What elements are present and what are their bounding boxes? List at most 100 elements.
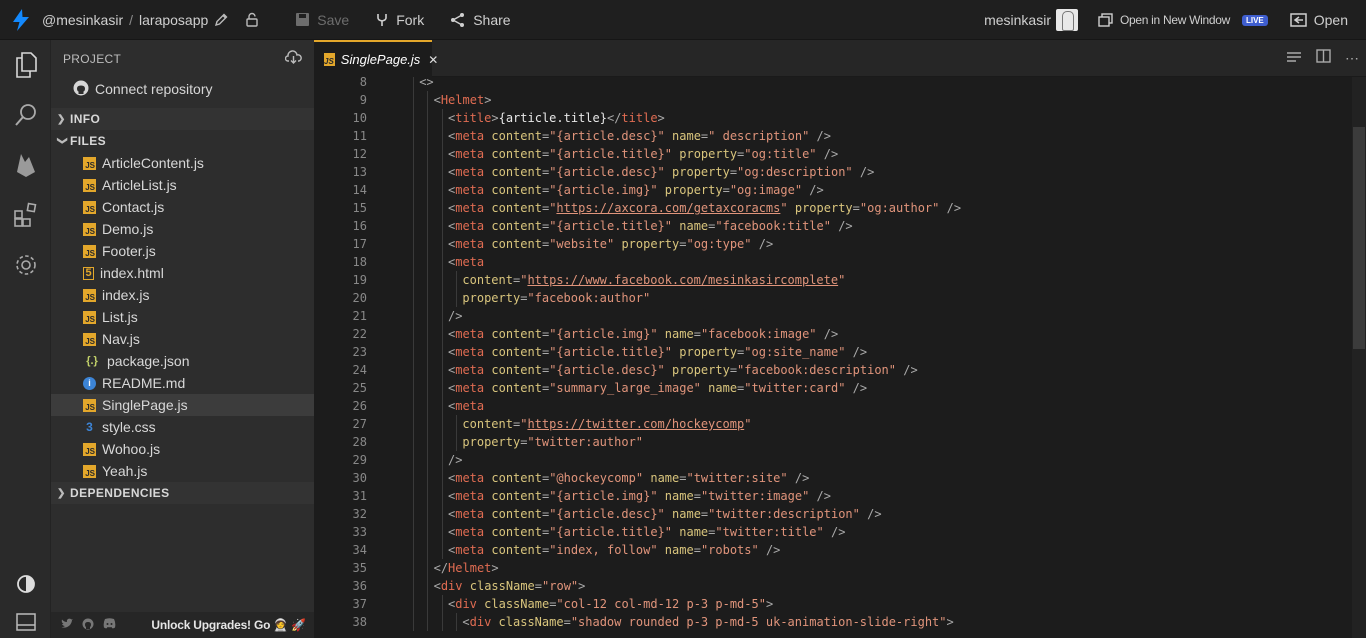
file-item[interactable]: JS index.js [51,284,314,306]
owner-link[interactable]: @mesinkasir [42,12,123,28]
connect-repository-button[interactable]: Connect repository [51,77,314,101]
code-token: content [491,147,542,161]
file-item[interactable]: JS Contact.js [51,196,314,218]
open-button[interactable]: Open [1290,12,1348,28]
js-file-icon: JS [83,178,96,192]
files-icon[interactable] [12,51,39,78]
code-text: <title>{article.title}</title> [448,109,665,127]
file-item[interactable]: JS Footer.js [51,240,314,262]
file-item[interactable]: 3 style.css [51,416,314,438]
code-token: "robots" [700,543,759,557]
code-text: <div className="shadow rounded p-3 p-md-… [462,613,953,631]
line-number: 22 [352,327,367,341]
firebase-icon[interactable] [12,151,39,178]
share-button[interactable]: Share [450,11,511,28]
js-file-icon: JS [83,222,96,236]
username[interactable]: mesinkasir [984,12,1051,28]
code-editor[interactable]: 8 <> 9 <Helmet> 10 <title>{article.title}</ti… [314,77,1352,638]
code-token: name [664,543,694,557]
twitter-icon[interactable] [61,618,73,633]
indent-guide [441,361,443,379]
file-item[interactable]: JS List.js [51,306,314,328]
indent-guide [427,325,429,343]
code-token: /> [751,237,774,251]
code-text: <> [419,77,433,91]
dependencies-section-header[interactable]: ❯ DEPENDENCIES [51,482,314,504]
discord-icon[interactable] [103,617,116,633]
file-item[interactable]: JS Nav.js [51,328,314,350]
code-token: "twitter:title" [715,525,824,539]
code-token: name [672,507,701,521]
file-name: package.json [107,353,190,369]
save-button[interactable]: Save [295,12,349,28]
close-icon[interactable]: ✕ [428,53,438,67]
indent-guide [441,487,443,505]
code-token: /> [448,309,463,323]
pencil-icon[interactable] [214,12,229,27]
code-token: name [679,525,709,539]
file-item[interactable]: JS ArticleContent.js [51,152,314,174]
file-item[interactable]: JS Yeah.js [51,460,314,482]
code-token: "{article.title}" [549,219,673,233]
format-icon[interactable] [1286,50,1302,68]
code-line: 12 <meta content="{article.title}" proper… [314,145,1352,163]
code-token: content [491,201,542,215]
search-icon[interactable] [12,101,39,128]
more-options-icon[interactable]: ⋯ [1345,50,1360,67]
indent-guide [413,77,414,91]
theme-toggle-icon[interactable] [12,570,39,597]
open-new-window-button[interactable]: Open in New Window LIVE [1098,13,1268,27]
cloud-download-icon[interactable] [284,50,302,67]
code-token: "facebook:description" [737,363,896,377]
fork-button[interactable]: Fork [375,12,424,28]
code-text: <meta content="website" property="og:typ… [448,235,773,253]
line-number: 15 [352,201,367,215]
project-heading: PROJECT [63,51,122,66]
scrollbar-thumb[interactable] [1353,127,1365,349]
vertical-scrollbar[interactable] [1352,77,1366,638]
settings-icon[interactable] [12,251,39,278]
code-token: "{article.desc}" [549,507,665,521]
lock-icon[interactable] [245,12,259,27]
code-token: /> [845,381,868,395]
extensions-icon[interactable] [12,201,39,228]
file-item[interactable]: i README.md [51,372,314,394]
line-number: 31 [352,489,367,503]
unlock-upgrades-link[interactable]: Unlock Upgrades! Go 🧑‍🚀 🚀 [151,618,306,632]
line-number: 19 [352,273,367,287]
indent-guide [441,523,443,541]
line-number: 38 [352,615,367,629]
stackblitz-logo-icon[interactable] [0,8,42,31]
tab-singlepage[interactable]: JS SinglePage.js ✕ [314,40,438,77]
json-file-icon: {.} [86,354,98,367]
info-section-header[interactable]: ❯ INFO [51,108,314,130]
open-label: Open [1313,12,1348,28]
code-line: 32 <meta content="{article.desc}" name="t… [314,505,1352,523]
editor-tab-bar: JS SinglePage.js ✕ ⋯ [314,40,1366,77]
file-item[interactable]: 5 index.html [51,262,314,284]
share-label: Share [473,11,511,28]
info-file-icon: i [83,376,96,390]
indent-guide [413,613,414,631]
file-name: style.css [102,419,156,435]
file-item[interactable]: JS SinglePage.js [51,394,314,416]
indent-guide [427,235,429,253]
avatar[interactable] [1055,9,1078,31]
code-token: "twitter:image" [700,489,810,503]
line-number: 25 [352,381,367,395]
file-item[interactable]: JS ArticleList.js [51,174,314,196]
breadcrumb: @mesinkasir / laraposapp [42,12,259,28]
github-icon[interactable] [82,618,94,633]
files-section-header[interactable]: ❯ FILES [51,130,314,152]
layout-icon[interactable] [12,608,39,635]
code-text: property="facebook:author" [462,289,650,307]
file-item[interactable]: JS Demo.js [51,218,314,240]
file-item[interactable]: {.} package.json [51,350,314,372]
split-editor-icon[interactable] [1316,49,1331,68]
indent-guide [441,217,443,235]
code-token: property [462,291,521,305]
project-name[interactable]: laraposapp [139,12,208,28]
file-item[interactable]: JS Wohoo.js [51,438,314,460]
indent-guide [441,289,443,307]
